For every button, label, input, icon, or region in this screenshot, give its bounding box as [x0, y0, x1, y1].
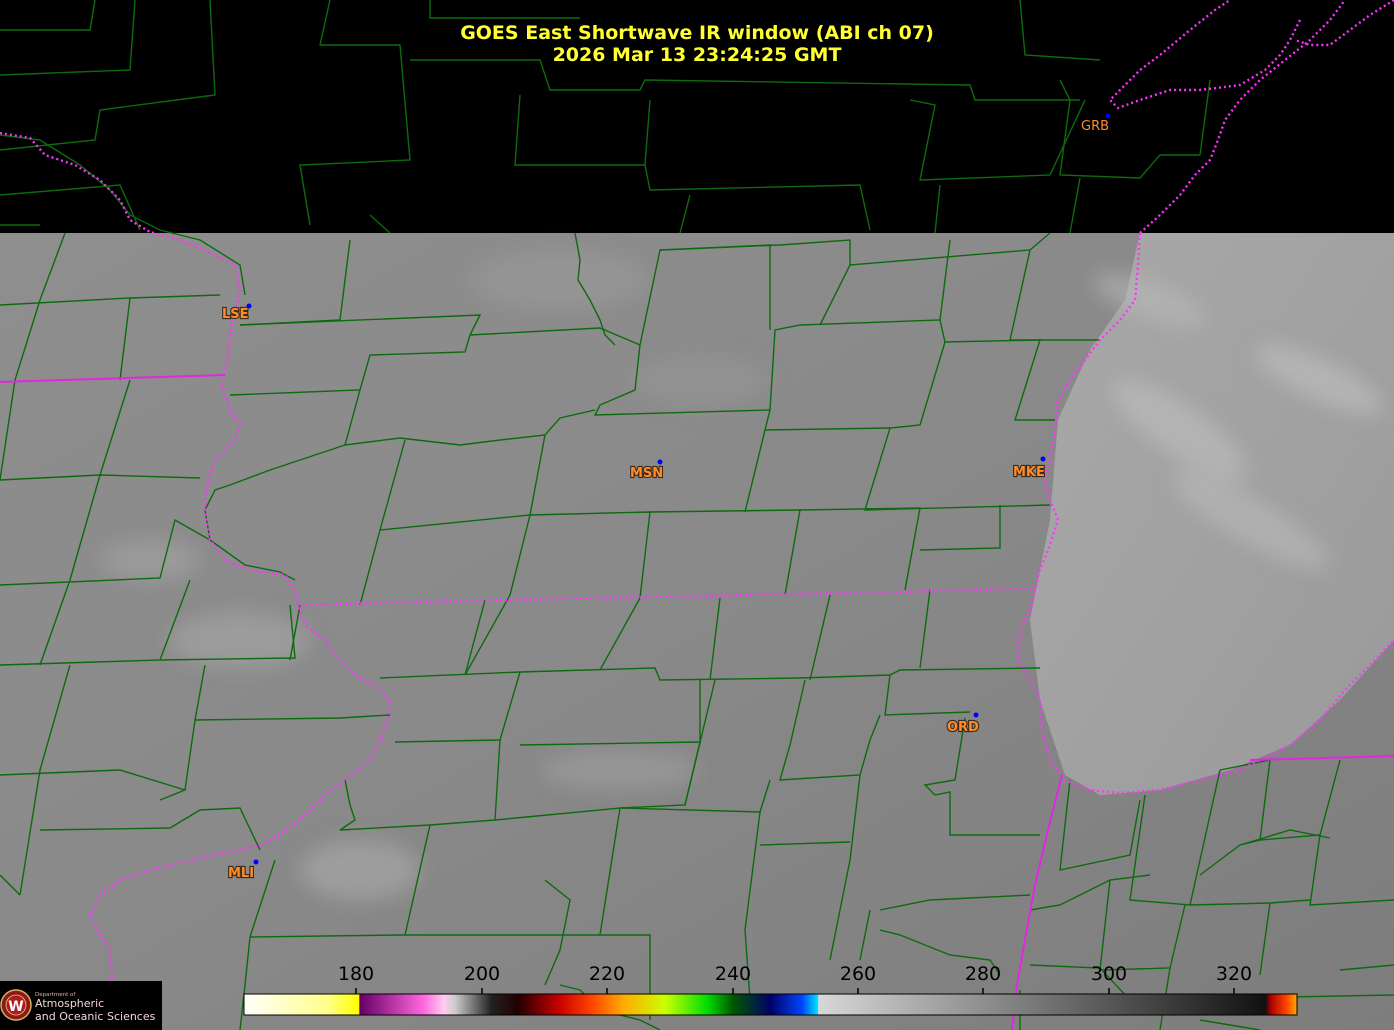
station-label: MLI: [228, 866, 254, 881]
colorbar-gradient: [243, 993, 1298, 1016]
colorbar-tick-label: 260: [840, 963, 876, 985]
station-dot: [973, 712, 979, 718]
station-dot: [253, 859, 259, 865]
station-label: MSN: [630, 466, 663, 481]
logo-line-1: Atmospheric: [35, 997, 104, 1010]
station-label: GRB: [1081, 119, 1109, 134]
station-lse[interactable]: LSE: [221, 303, 252, 323]
colorbar-tick-label: 300: [1091, 963, 1127, 985]
colorbar-tick-label: 180: [338, 963, 374, 985]
colorbar-tick-label: 320: [1216, 963, 1252, 985]
colorbar-tick-label: 220: [589, 963, 625, 985]
logo-line-2: and Oceanic Sciences: [35, 1010, 156, 1023]
station-dot: [1040, 456, 1046, 462]
station-label: ORD: [947, 720, 979, 735]
title-line-1: GOES East Shortwave IR window (ABI ch 07…: [460, 22, 934, 44]
station-dot: [1105, 113, 1111, 119]
seal-letter: W: [8, 999, 23, 1015]
colorbar-tick-label: 280: [965, 963, 1001, 985]
aos-logo: W Department of Atmospheric and Oceanic …: [0, 981, 162, 1030]
colorbar-tick-label: 240: [715, 963, 751, 985]
uw-seal-icon: W: [0, 989, 32, 1021]
satellite-map: GOES East Shortwave IR window (ABI ch 07…: [0, 0, 1394, 1030]
station-dot: [657, 459, 663, 465]
title-line-2: 2026 Mar 13 23:24:25 GMT: [553, 44, 842, 66]
station-label: LSE: [222, 307, 249, 322]
colorbar-tick-label: 200: [464, 963, 500, 985]
station-label: MKE: [1013, 465, 1045, 480]
